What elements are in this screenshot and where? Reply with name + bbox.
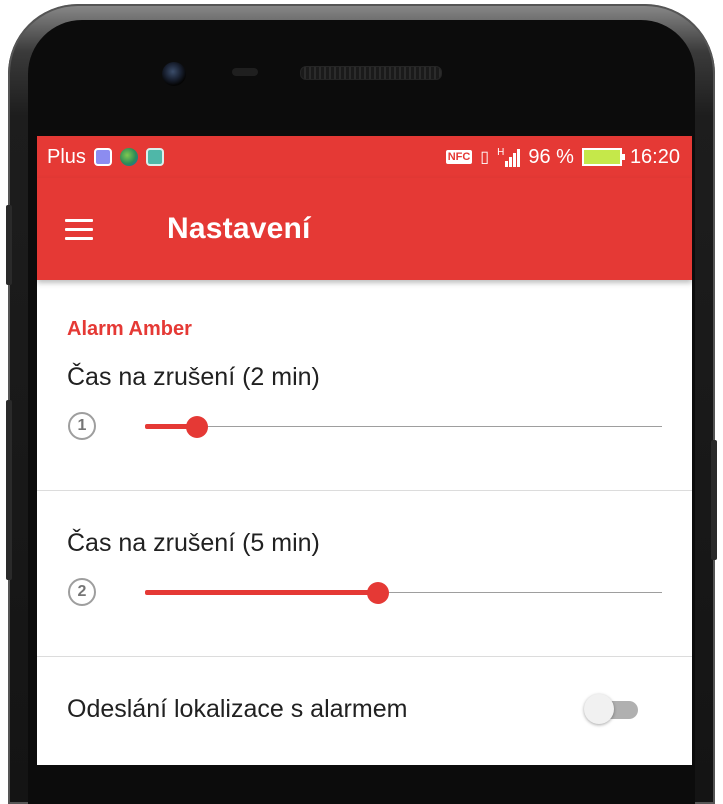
divider	[37, 656, 692, 657]
location-toggle-switch[interactable]	[584, 694, 640, 724]
section-header: Alarm Amber	[67, 318, 192, 340]
setting-title: Čas na zrušení (2 min)	[67, 363, 320, 391]
nfc-icon: NFC	[445, 150, 473, 164]
setting-cancel-time-2: Čas na zrušení (5 min) 2	[37, 529, 692, 618]
status-right: NFC ▯ H 96 % 16:20	[445, 145, 680, 169]
slider-thumb[interactable]	[366, 582, 389, 604]
setting-title: Čas na zrušení (5 min)	[67, 529, 320, 557]
clock: 16:20	[629, 145, 680, 168]
signal-icon: H	[497, 147, 521, 167]
network-type: H	[497, 147, 505, 158]
setting-cancel-time-1: Čas na zrušení (2 min) 1	[37, 363, 692, 452]
battery-icon	[581, 148, 625, 166]
battery-percent: 96 %	[528, 145, 574, 168]
cancel-time-slider[interactable]: 1	[37, 412, 692, 452]
location-toggle-label: Odeslání lokalizace s alarmem	[67, 694, 408, 723]
page-title: Nastavení	[167, 212, 311, 245]
status-bar: Plus NFC ▯ H 96 % 16:20	[37, 136, 692, 178]
cancel-time-slider[interactable]: 2	[37, 578, 692, 618]
slider-fill	[145, 590, 378, 595]
status-left: Plus	[47, 146, 164, 169]
app-bar: Nastavení	[37, 178, 692, 280]
screen: Plus NFC ▯ H 96 % 16:20 Nastavení Alarm …	[37, 136, 692, 765]
globe-icon	[119, 148, 138, 166]
divider	[37, 490, 692, 491]
carrier-name: Plus	[47, 145, 86, 168]
volume-button	[6, 205, 12, 285]
power-button	[6, 400, 12, 580]
front-camera	[162, 62, 186, 86]
vpn-icon	[93, 148, 112, 166]
android-icon	[145, 148, 164, 166]
location-toggle-row[interactable]: Odeslání lokalizace s alarmem	[37, 669, 692, 749]
earpiece-speaker	[300, 66, 442, 80]
step-badge: 2	[68, 578, 96, 606]
slider-thumb[interactable]	[185, 416, 208, 438]
side-button	[711, 440, 717, 560]
step-badge: 1	[68, 412, 96, 440]
switch-thumb	[584, 694, 614, 724]
proximity-sensor	[232, 68, 258, 76]
slider-track	[145, 426, 662, 427]
vibrate-icon: ▯	[480, 149, 490, 166]
menu-icon[interactable]	[65, 211, 101, 247]
